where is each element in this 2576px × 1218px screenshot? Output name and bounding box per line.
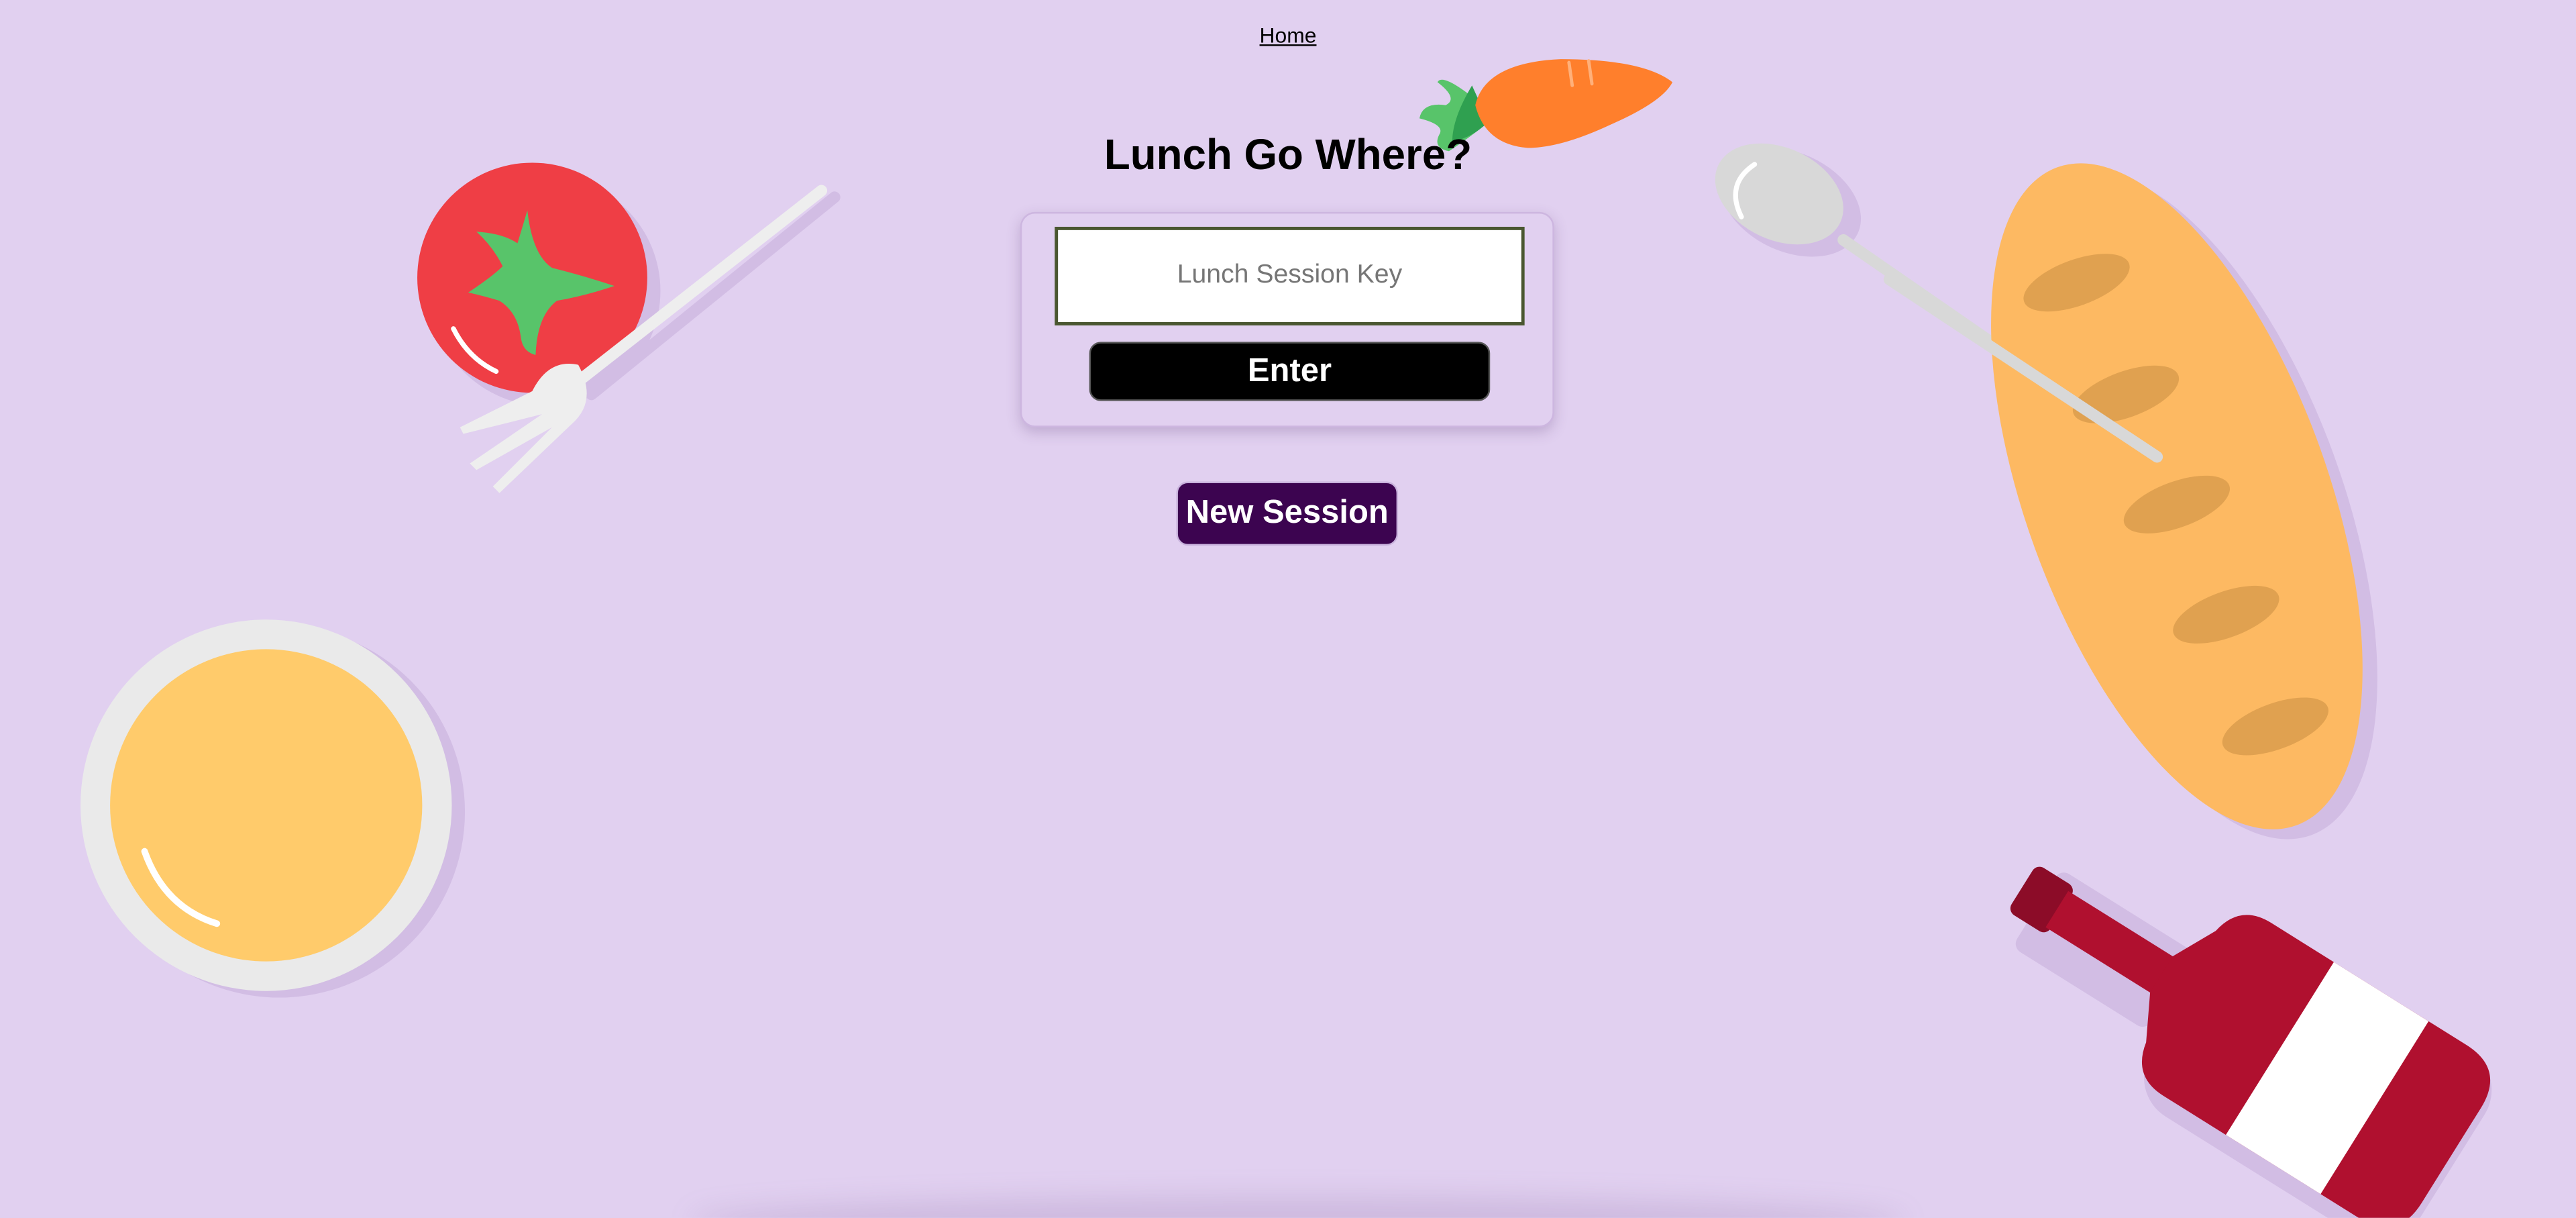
page-title: Lunch Go Where? [1104, 130, 1472, 179]
home-link[interactable]: Home [0, 23, 2576, 48]
page: Home Lunch Go Where? Enter New Session [0, 0, 2576, 1218]
session-key-card: Enter [1020, 211, 1554, 427]
plate-icon [80, 619, 466, 998]
new-session-button[interactable]: New Session [1176, 481, 1399, 546]
food-decorations [80, 59, 2492, 1218]
enter-button[interactable]: Enter [1089, 342, 1491, 401]
baguette-icon [1883, 163, 2377, 840]
wine-bottle-icon [2010, 866, 2492, 1218]
session-key-input[interactable] [1055, 226, 1525, 325]
